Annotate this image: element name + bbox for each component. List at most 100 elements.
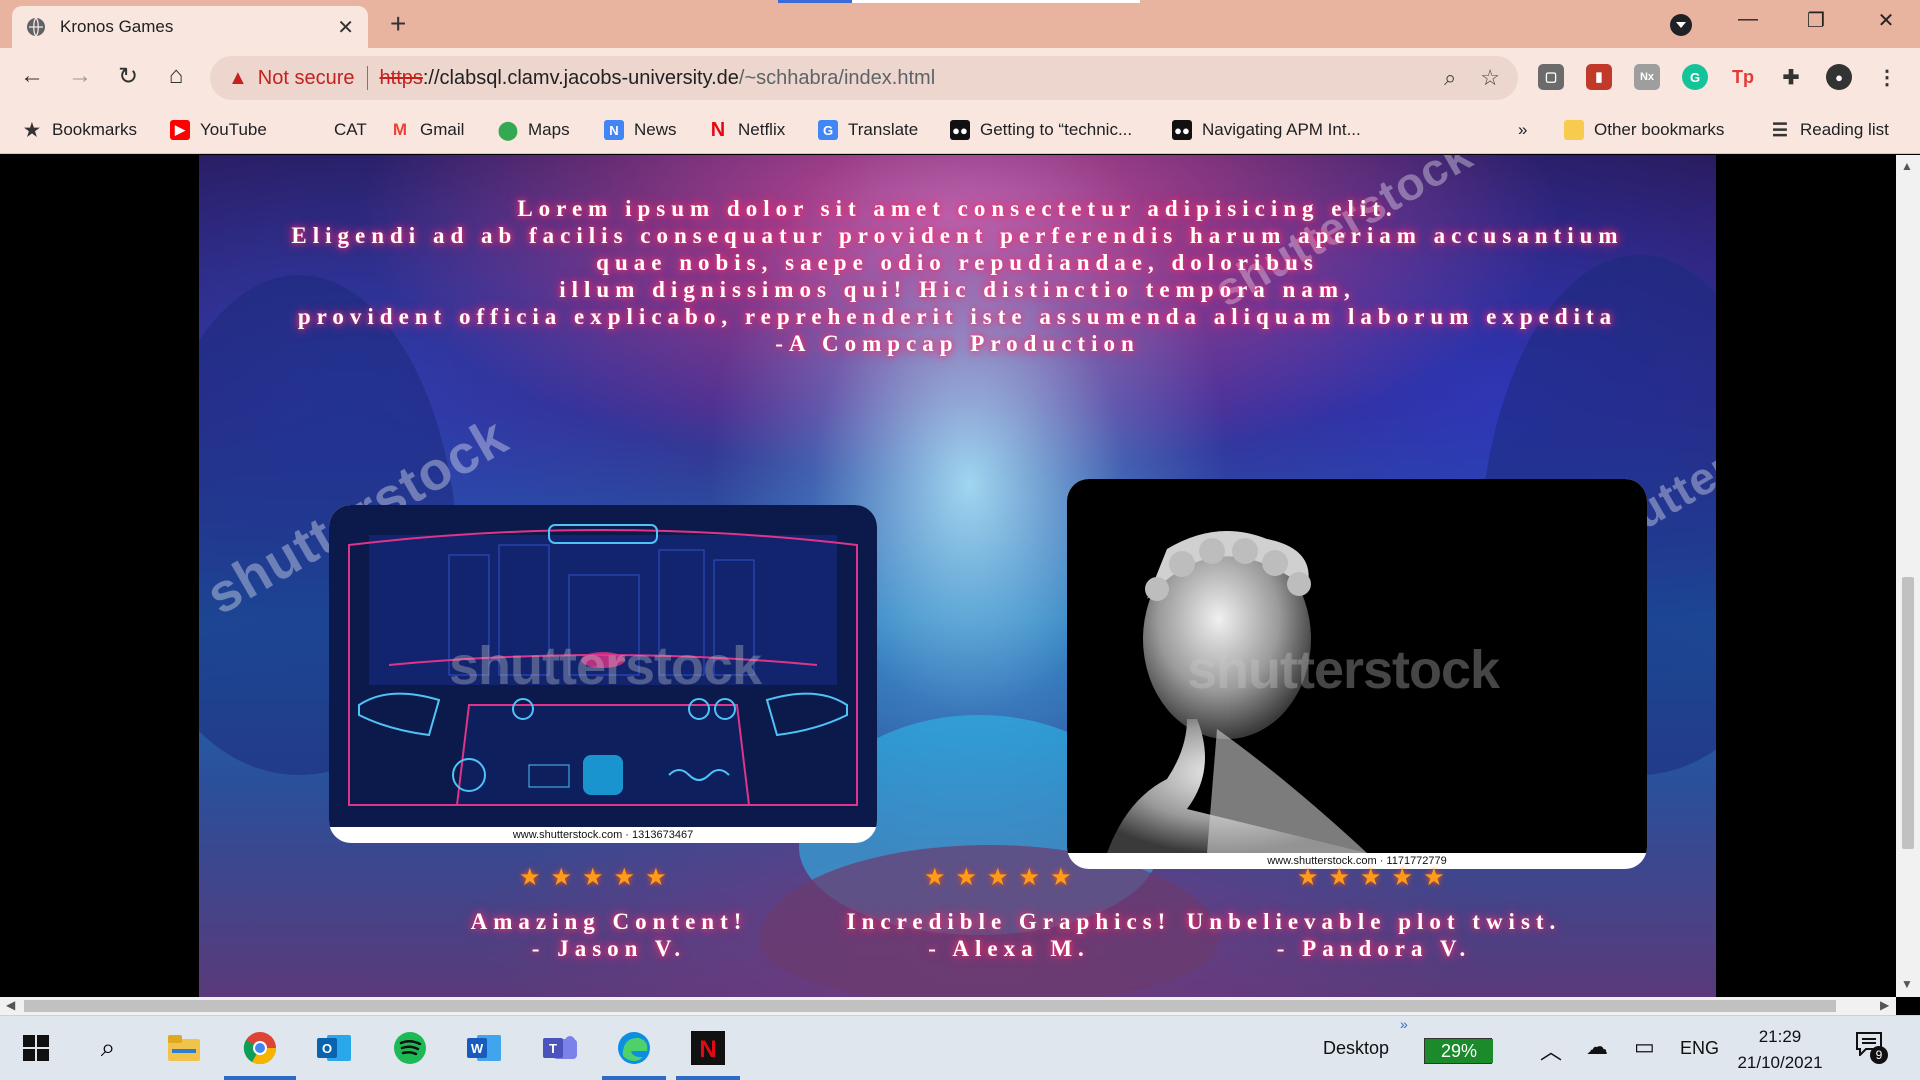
scrollbar-thumb[interactable]: [24, 1000, 1836, 1012]
address-bar[interactable]: ▲ Not secure https://clabsql.clamv.jacob…: [210, 56, 1518, 100]
bookmark-translate[interactable]: G Translate: [818, 120, 918, 140]
word-icon[interactable]: W: [462, 1026, 506, 1070]
intro-line: provident officia explicabo, reprehender…: [297, 304, 1618, 329]
warning-icon[interactable]: ▲: [228, 67, 248, 90]
star-rating: ★★★★★: [1297, 864, 1455, 891]
review-text: Unbelievable plot twist.: [1186, 909, 1562, 934]
svg-text:T: T: [549, 1041, 557, 1056]
hero-background: shutterstock shutterstock shutterstock L…: [199, 155, 1716, 997]
notification-center[interactable]: 9: [1856, 1032, 1888, 1064]
netflix-app-icon[interactable]: N: [686, 1026, 730, 1070]
bookmark-medium-1[interactable]: ●● Getting to “technic...: [950, 120, 1132, 140]
chrome-icon[interactable]: [238, 1026, 282, 1070]
new-tab-button[interactable]: +: [390, 8, 406, 40]
dashboard-image-card: shutterstock www.shutterstock.com · 1313…: [329, 505, 877, 843]
tab-search-button[interactable]: [1670, 14, 1692, 36]
vertical-scrollbar[interactable]: ▲ ▼: [1896, 155, 1920, 997]
windows-start-icon[interactable]: [14, 1026, 58, 1070]
reading-list-icon: ☰: [1771, 119, 1789, 140]
clock[interactable]: 21:29 21/10/2021: [1730, 1024, 1830, 1076]
teams-icon[interactable]: T: [538, 1026, 582, 1070]
bookmarks-bar: ★ Bookmarks ▶ YouTube CAT M Gmail ⬤ Maps N Ne…: [0, 108, 1920, 154]
language-indicator[interactable]: ENG: [1680, 1038, 1719, 1059]
intro-credit: -A Compcap Production: [775, 331, 1140, 356]
star-icon: ★: [23, 119, 41, 140]
bookmarks-overflow-button[interactable]: »: [1518, 120, 1527, 140]
review-jason: Amazing Content! - Jason V.: [429, 908, 789, 962]
scroll-left-arrow[interactable]: ◀: [6, 998, 15, 1012]
watermark: shutterstock: [1187, 640, 1500, 700]
battery-icon[interactable]: ▭: [1634, 1034, 1655, 1060]
tp-extension-icon[interactable]: Tp: [1730, 64, 1756, 90]
profile-avatar[interactable]: ●: [1826, 64, 1852, 90]
url-path: /~schhabra/index.html: [738, 66, 936, 89]
intro-line: illum dignissimos qui! Hic distinctio te…: [559, 277, 1356, 302]
bookmark-medium-2[interactable]: ●● Navigating APM Int...: [1172, 120, 1361, 140]
globe-icon: [27, 17, 45, 37]
grammarly-icon[interactable]: G: [1682, 64, 1708, 90]
loading-indicator: [778, 0, 1140, 3]
pdf-extension-icon[interactable]: ▮: [1586, 64, 1612, 90]
close-tab-icon[interactable]: ✕: [337, 15, 354, 40]
security-label[interactable]: Not secure: [258, 67, 355, 90]
restore-button[interactable]: ❐: [1796, 8, 1836, 33]
scrollbar-thumb[interactable]: [1902, 577, 1914, 849]
bookmark-maps[interactable]: ⬤ Maps: [498, 120, 570, 140]
reading-list[interactable]: ☰ Reading list: [1770, 120, 1889, 140]
review-author: - Alexa M.: [928, 936, 1090, 961]
scroll-down-arrow[interactable]: ▼: [1901, 977, 1913, 991]
intro-line: quae nobis, saepe odio repudiandae, dolo…: [596, 250, 1319, 275]
spotify-icon[interactable]: [388, 1026, 432, 1070]
bookmark-netflix[interactable]: N Netflix: [708, 118, 785, 141]
browser-tab[interactable]: Kronos Games ✕: [12, 6, 368, 48]
bookmark-gmail[interactable]: M Gmail: [390, 120, 465, 140]
intro-line: Eligendi ad ab facilis consequatur provi…: [291, 223, 1624, 248]
netflix-icon: N: [710, 118, 726, 141]
forward-button[interactable]: →: [64, 62, 96, 90]
cloud-icon[interactable]: ☁: [1586, 1034, 1608, 1060]
zoom-icon[interactable]: ⌕: [1444, 65, 1456, 91]
close-window-button[interactable]: ✕: [1866, 8, 1906, 33]
outlook-icon[interactable]: O: [312, 1026, 356, 1070]
horizontal-scrollbar[interactable]: ◀ ▶: [0, 997, 1896, 1015]
star-rating: ★★★★★: [519, 864, 677, 891]
intro-text: Lorem ipsum dolor sit amet consectetur a…: [199, 195, 1716, 357]
maps-icon: ⬤: [497, 119, 519, 140]
bookmark-star-icon[interactable]: ☆: [1480, 65, 1500, 91]
review-alexa: Incredible Graphics! - Alexa M.: [839, 908, 1179, 962]
home-button[interactable]: ⌂: [160, 62, 192, 90]
page-viewport: shutterstock shutterstock shutterstock L…: [0, 155, 1896, 997]
bookmark-cat[interactable]: CAT: [334, 120, 367, 140]
extensions-puzzle-icon[interactable]: ✚: [1778, 64, 1804, 90]
bookmark-news[interactable]: N News: [604, 120, 677, 140]
file-explorer-icon[interactable]: [162, 1026, 206, 1070]
other-bookmarks[interactable]: Other bookmarks: [1564, 120, 1724, 140]
bookmark-youtube[interactable]: ▶ YouTube: [170, 120, 267, 140]
gmail-icon: M: [392, 120, 408, 139]
review-text: Incredible Graphics!: [846, 909, 1172, 934]
watermark: shutterstock: [449, 636, 762, 696]
youtube-icon: ▶: [170, 120, 190, 140]
menu-kebab-icon[interactable]: ⋮: [1874, 64, 1900, 90]
medium-icon: ●●: [950, 120, 970, 140]
back-button[interactable]: ←: [16, 62, 48, 90]
nx-extension-icon[interactable]: Nx: [1634, 64, 1660, 90]
search-icon[interactable]: ⌕: [86, 1026, 130, 1070]
minimize-button[interactable]: —: [1728, 8, 1768, 31]
star-rating: ★★★★★: [924, 864, 1082, 891]
scroll-up-arrow[interactable]: ▲: [1901, 159, 1913, 173]
chevron-up-icon[interactable]: ︿: [1540, 1034, 1562, 1066]
desktop-toolbar[interactable]: Desktop: [1323, 1038, 1389, 1059]
reload-button[interactable]: ↻: [112, 62, 144, 91]
battery-indicator[interactable]: 29%: [1424, 1038, 1493, 1064]
browser-toolbar: ← → ↻ ⌂ ▲ Not secure https://clabsql.cla…: [0, 48, 1920, 108]
windows-taskbar: ⌕ O W T N » Desktop 29% ︿ ☁ ▭ ENG 21:29 …: [0, 1015, 1920, 1080]
review-text: Amazing Content!: [470, 909, 748, 934]
scroll-right-arrow[interactable]: ▶: [1880, 998, 1889, 1012]
edge-icon[interactable]: [612, 1026, 656, 1070]
toolbar-expand-icon[interactable]: »: [1400, 1016, 1408, 1032]
intro-line: Lorem ipsum dolor sit amet consectetur a…: [517, 196, 1398, 221]
clock-time: 21:29: [1758, 1027, 1802, 1046]
extension-icon[interactable]: ▢: [1538, 64, 1564, 90]
bookmark-item[interactable]: ★ Bookmarks: [22, 120, 137, 140]
